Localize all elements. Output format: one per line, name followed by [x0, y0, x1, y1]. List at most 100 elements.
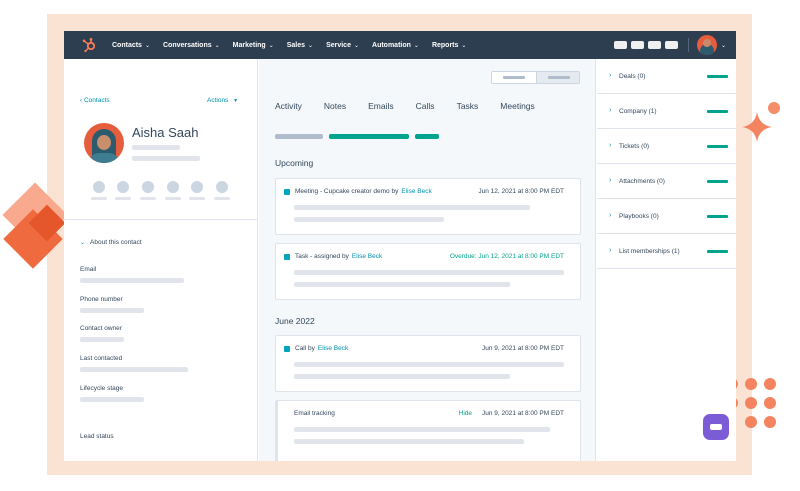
top-navigation-bar: Contacts ⌄ Conversations ⌄ Marketing ⌄ Sale…: [64, 31, 736, 59]
field-value-placeholder[interactable]: [80, 367, 188, 372]
card-body-placeholder: [294, 205, 530, 210]
association-add-bar[interactable]: [707, 215, 728, 218]
field-value-placeholder[interactable]: [80, 278, 184, 283]
field-value-placeholder[interactable]: [80, 308, 144, 313]
nav-item-conversations[interactable]: Conversations ⌄: [163, 42, 220, 49]
timeline-card[interactable]: Email tracking Hide Jun 9, 2021 at 8:00 …: [275, 400, 581, 461]
quick-action-email-button[interactable]: [117, 181, 129, 193]
association-add-bar[interactable]: [707, 75, 728, 78]
association-label: Company (1): [619, 108, 657, 115]
timeline-card[interactable]: Call by Elise Beck Jun 9, 2021 at 8:00 PM…: [275, 335, 581, 392]
actions-dropdown[interactable]: Actions ▼: [207, 97, 238, 104]
hide-link[interactable]: Hide: [459, 410, 472, 417]
sparkle-icon: [742, 112, 772, 142]
nav-item-label: Service: [326, 41, 351, 49]
association-deals[interactable]: › Deals (0): [597, 59, 736, 94]
tab-notes[interactable]: Notes: [324, 101, 346, 111]
overdue-date: Overdue: Jun 12, 2021 at 8:00 PM EDT: [449, 253, 564, 260]
meeting-icon: [284, 188, 290, 195]
view-toggle-option[interactable]: [492, 72, 536, 83]
tab-meetings[interactable]: Meetings: [500, 101, 535, 111]
association-label: List memberships (1): [619, 248, 680, 255]
field-value-placeholder[interactable]: [80, 397, 144, 402]
activity-timeline-panel: Activity Notes Emails Calls Tasks Meetin…: [259, 59, 596, 461]
association-add-bar[interactable]: [707, 180, 728, 183]
about-contact-toggle[interactable]: ⌄ About this contact: [80, 239, 142, 246]
association-add-bar[interactable]: [707, 110, 728, 113]
field-value-placeholder[interactable]: [80, 337, 124, 342]
card-owner-link[interactable]: Elise Beck: [352, 253, 382, 260]
user-avatar[interactable]: [696, 35, 717, 55]
nav-item-contacts[interactable]: Contacts ⌄: [112, 42, 150, 49]
card-owner-link[interactable]: Elise Beck: [401, 188, 431, 195]
back-link-label: Contacts: [83, 97, 110, 104]
quick-action-task-button[interactable]: [191, 181, 203, 193]
call-icon: [284, 345, 290, 352]
filter-placeholder[interactable]: [329, 134, 409, 139]
quick-action-label: [165, 197, 181, 200]
filter-placeholder[interactable]: [275, 134, 323, 139]
nav-item-automation[interactable]: Automation ⌄: [372, 42, 419, 49]
actions-label: Actions: [207, 97, 229, 104]
quick-action-note-button[interactable]: [93, 181, 105, 193]
association-attachments[interactable]: › Attachments (0): [597, 164, 736, 199]
activity-tabs: Activity Notes Emails Calls Tasks Meetin…: [275, 101, 557, 111]
crm-app-window: Contacts ⌄ Conversations ⌄ Marketing ⌄ Sale…: [64, 31, 736, 461]
card-title-text: Email tracking: [294, 410, 335, 417]
nav-utility-button[interactable]: [664, 41, 678, 49]
association-add-bar[interactable]: [707, 250, 728, 253]
tab-tasks[interactable]: Tasks: [457, 101, 479, 111]
timeline-card[interactable]: Task - assigned by Elise Beck Overdue: Ju…: [275, 243, 581, 300]
view-toggle-option[interactable]: [536, 72, 579, 83]
card-by-prefix: by: [308, 345, 315, 352]
nav-item-label: Conversations: [162, 41, 212, 49]
nav-utility-button[interactable]: [613, 41, 627, 49]
timeline-card[interactable]: Meeting - Cupcake creator demo by Elise B…: [275, 178, 581, 235]
chevron-down-icon: ⌄: [80, 240, 86, 246]
nav-item-sales[interactable]: Sales ⌄: [287, 42, 313, 49]
section-title-upcoming: Upcoming: [275, 158, 314, 168]
contact-title-placeholder: [132, 145, 180, 150]
caret-down-icon: ▼: [233, 98, 239, 104]
nav-item-reports[interactable]: Reports ⌄: [432, 42, 466, 49]
nav-utility-button[interactable]: [630, 41, 644, 49]
tab-calls[interactable]: Calls: [416, 101, 435, 111]
chevron-down-icon[interactable]: ⌄: [721, 42, 726, 49]
card-body-placeholder: [294, 270, 564, 275]
hubspot-logo-icon[interactable]: [80, 36, 98, 54]
chevron-right-icon: ›: [609, 212, 612, 219]
card-owner-link[interactable]: Elise Beck: [318, 345, 348, 352]
quick-action-call-button[interactable]: [142, 181, 154, 193]
chevron-right-icon: ›: [609, 142, 612, 149]
association-label: Playbooks (0): [619, 213, 659, 220]
association-company[interactable]: › Company (1): [597, 94, 736, 129]
card-title-text: Call: [295, 345, 307, 352]
field-label-lifecycle-stage: Lifecycle stage: [80, 385, 123, 392]
about-contact-label: About this contact: [90, 239, 142, 246]
quick-action-log-button[interactable]: [167, 181, 179, 193]
nav-utility-button[interactable]: [647, 41, 661, 49]
nav-item-marketing[interactable]: Marketing ⌄: [233, 42, 274, 49]
quick-action-label: [140, 197, 156, 200]
contact-name: Aisha Saah: [132, 125, 199, 140]
association-tickets[interactable]: › Tickets (0): [597, 129, 736, 164]
task-icon: [284, 253, 290, 260]
field-label-contact-owner: Contact owner: [80, 325, 122, 332]
card-body-placeholder: [294, 282, 510, 287]
nav-item-service[interactable]: Service ⌄: [326, 42, 359, 49]
filter-placeholder[interactable]: [415, 134, 439, 139]
association-list-memberships[interactable]: › List memberships (1): [597, 234, 736, 269]
nav-utility-area: ⌄: [610, 35, 736, 55]
chat-widget-button[interactable]: [703, 414, 729, 440]
association-add-bar[interactable]: [707, 145, 728, 148]
view-toggle[interactable]: [491, 71, 580, 84]
quick-action-meeting-button[interactable]: [216, 181, 228, 193]
decorative-dot: [768, 102, 780, 114]
association-playbooks[interactable]: › Playbooks (0): [597, 199, 736, 234]
card-title: Meeting - Cupcake creator demo by Elise B…: [284, 188, 432, 195]
tab-emails[interactable]: Emails: [368, 101, 394, 111]
card-body-placeholder: [294, 362, 564, 367]
card-title-text: Task - assigned: [295, 253, 341, 260]
back-to-contacts-link[interactable]: ‹ Contacts: [80, 97, 110, 104]
tab-activity[interactable]: Activity: [275, 101, 302, 111]
